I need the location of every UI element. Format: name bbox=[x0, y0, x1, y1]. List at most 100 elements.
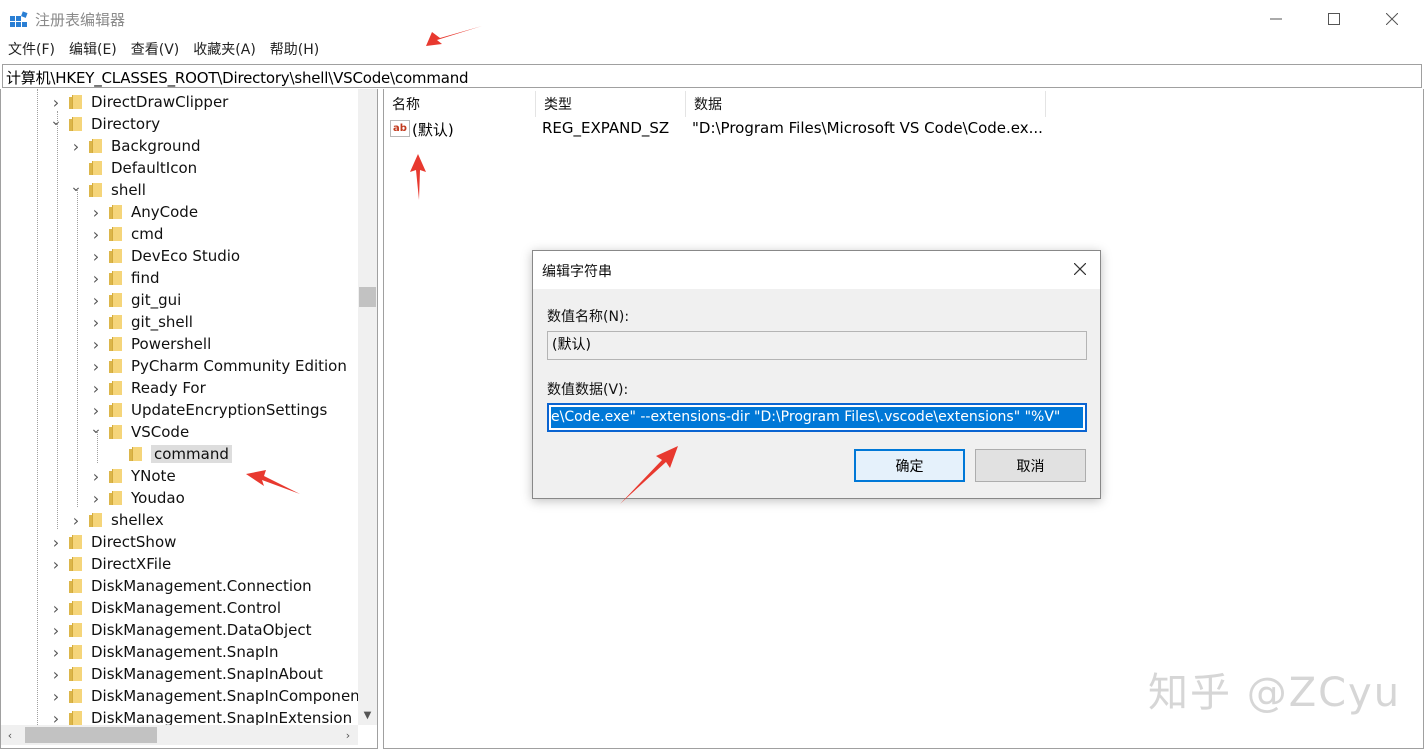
menu-favorites[interactable]: 收藏夹(A) bbox=[193, 38, 256, 62]
tree-item[interactable]: ⌄ VSCode bbox=[89, 421, 189, 443]
chevron-right-icon[interactable]: › bbox=[49, 709, 63, 728]
scroll-down-icon[interactable]: ▼ bbox=[358, 705, 377, 725]
value-row-default[interactable]: ab (默认) REG_EXPAND_SZ "D:\Program Files\… bbox=[384, 117, 1064, 141]
tree-item[interactable]: › DirectDrawClipper bbox=[49, 91, 229, 113]
tree-item[interactable]: ⌄ shell bbox=[69, 179, 146, 201]
tree-item-label: DirectDrawClipper bbox=[91, 93, 229, 111]
chevron-right-icon[interactable]: › bbox=[49, 93, 63, 112]
menu-view[interactable]: 查看(V) bbox=[131, 38, 180, 62]
chevron-right-icon[interactable]: › bbox=[49, 599, 63, 618]
tree-item-label: Directory bbox=[91, 115, 161, 133]
chevron-down-icon[interactable]: ⌄ bbox=[69, 179, 83, 195]
tree-item[interactable]: › YNote bbox=[89, 465, 176, 487]
value-data-selected-text: e\Code.exe" --extensions-dir "D:\Program… bbox=[551, 407, 1083, 428]
string-value-icon: ab bbox=[390, 120, 410, 137]
dialog-titlebar: 编辑字符串 bbox=[533, 251, 1100, 289]
tree-item[interactable]: › git_shell bbox=[89, 311, 193, 333]
value-data: "D:\Program Files\Microsoft VS Code\Code… bbox=[692, 119, 1043, 137]
chevron-right-icon[interactable]: › bbox=[49, 621, 63, 640]
tree-item[interactable]: › git_gui bbox=[89, 289, 181, 311]
maximize-button[interactable] bbox=[1305, 0, 1363, 38]
folder-icon bbox=[109, 381, 125, 395]
tree-item[interactable]: › AnyCode bbox=[89, 201, 198, 223]
ok-button[interactable]: 确定 bbox=[854, 449, 965, 482]
tree-connector bbox=[109, 447, 123, 461]
chevron-right-icon[interactable]: › bbox=[89, 225, 103, 244]
tree-vertical-scroll-thumb[interactable] bbox=[359, 287, 376, 307]
chevron-right-icon[interactable]: › bbox=[49, 555, 63, 574]
cancel-button[interactable]: 取消 bbox=[975, 449, 1086, 482]
tree-item[interactable]: › DirectXFile bbox=[49, 553, 172, 575]
chevron-right-icon[interactable]: › bbox=[89, 467, 103, 486]
tree-item[interactable]: › Ready For bbox=[89, 377, 206, 399]
tree-horizontal-scrollbar[interactable]: ‹ › bbox=[1, 725, 358, 745]
tree-item[interactable]: › shellex bbox=[69, 509, 164, 531]
value-name-label: 数值名称(N): bbox=[547, 309, 630, 325]
tree-item-label: Youdao bbox=[131, 489, 185, 507]
close-button[interactable] bbox=[1363, 0, 1421, 38]
tree-item[interactable]: › Background bbox=[69, 135, 201, 157]
tree-item[interactable]: › DiskManagement.Control bbox=[49, 597, 281, 619]
tree-item[interactable]: command bbox=[109, 443, 232, 465]
tree-item[interactable]: › DiskManagement.SnapInAbout bbox=[49, 663, 323, 685]
address-bar[interactable]: 计算机\HKEY_CLASSES_ROOT\Directory\shell\VS… bbox=[2, 64, 1422, 88]
tree-item[interactable]: ⌄ Directory bbox=[49, 113, 160, 135]
tree-item[interactable]: › Youdao bbox=[89, 487, 185, 509]
tree-item[interactable]: › find bbox=[89, 267, 160, 289]
tree-item[interactable]: › DevEco Studio bbox=[89, 245, 240, 267]
tree-guide-line bbox=[57, 111, 58, 529]
menu-help[interactable]: 帮助(H) bbox=[270, 38, 319, 62]
chevron-down-icon[interactable]: ⌄ bbox=[89, 421, 103, 437]
tree-horizontal-scroll-thumb[interactable] bbox=[25, 727, 157, 743]
tree-item[interactable]: › PyCharm Community Edition bbox=[89, 355, 347, 377]
value-data-input[interactable]: e\Code.exe" --extensions-dir "D:\Program… bbox=[547, 403, 1087, 432]
column-header-type[interactable]: 类型 bbox=[536, 91, 686, 117]
chevron-right-icon[interactable]: › bbox=[89, 247, 103, 266]
chevron-right-icon[interactable]: › bbox=[49, 687, 63, 706]
tree-vertical-scrollbar[interactable]: ▼ bbox=[358, 89, 377, 725]
scroll-left-icon[interactable]: ‹ bbox=[1, 725, 19, 745]
chevron-right-icon[interactable]: › bbox=[89, 335, 103, 354]
folder-icon bbox=[69, 535, 85, 549]
chevron-right-icon[interactable]: › bbox=[89, 489, 103, 508]
tree-item[interactable]: › DiskManagement.DataObject bbox=[49, 619, 312, 641]
tree-item[interactable]: › DirectShow bbox=[49, 531, 177, 553]
chevron-right-icon[interactable]: › bbox=[49, 643, 63, 662]
folder-icon bbox=[69, 667, 85, 681]
folder-icon bbox=[109, 425, 125, 439]
key-tree-panel: › DirectDrawClipper ⌄ Directory › Background D… bbox=[0, 89, 378, 749]
tree-item-label: git_shell bbox=[131, 313, 193, 331]
chevron-right-icon[interactable]: › bbox=[89, 291, 103, 310]
chevron-right-icon[interactable]: › bbox=[49, 665, 63, 684]
tree-item[interactable]: › UpdateEncryptionSettings bbox=[89, 399, 328, 421]
chevron-down-icon[interactable]: ⌄ bbox=[49, 113, 63, 129]
tree-item[interactable]: › Powershell bbox=[89, 333, 211, 355]
minimize-button[interactable] bbox=[1247, 0, 1305, 38]
dialog-close-button[interactable] bbox=[1070, 259, 1090, 279]
maximize-icon bbox=[1328, 13, 1340, 25]
chevron-right-icon[interactable]: › bbox=[89, 357, 103, 376]
tree-item[interactable]: › cmd bbox=[89, 223, 164, 245]
chevron-right-icon[interactable]: › bbox=[49, 533, 63, 552]
tree-item-label: DirectXFile bbox=[91, 555, 172, 573]
tree-item[interactable]: › DiskManagement.SnapIn bbox=[49, 641, 279, 663]
scroll-right-icon[interactable]: › bbox=[339, 725, 357, 745]
chevron-right-icon[interactable]: › bbox=[89, 203, 103, 222]
tree-item[interactable]: DefaultIcon bbox=[69, 157, 197, 179]
menu-edit[interactable]: 编辑(E) bbox=[69, 38, 117, 62]
chevron-right-icon[interactable]: › bbox=[69, 137, 83, 156]
tree-item-label: VSCode bbox=[131, 423, 190, 441]
registry-editor-icon bbox=[10, 11, 28, 27]
menu-file[interactable]: 文件(F) bbox=[8, 38, 55, 62]
column-header-data[interactable]: 数据 bbox=[686, 91, 1046, 117]
chevron-right-icon[interactable]: › bbox=[89, 313, 103, 332]
chevron-right-icon[interactable]: › bbox=[89, 269, 103, 288]
tree-item[interactable]: › DiskManagement.SnapInComponent bbox=[49, 685, 366, 707]
chevron-right-icon[interactable]: › bbox=[89, 401, 103, 420]
folder-icon bbox=[69, 579, 85, 593]
column-header-name[interactable]: 名称 bbox=[384, 91, 536, 117]
chevron-right-icon[interactable]: › bbox=[69, 511, 83, 530]
value-type: REG_EXPAND_SZ bbox=[542, 119, 670, 137]
chevron-right-icon[interactable]: › bbox=[89, 379, 103, 398]
tree-item[interactable]: DiskManagement.Connection bbox=[49, 575, 312, 597]
